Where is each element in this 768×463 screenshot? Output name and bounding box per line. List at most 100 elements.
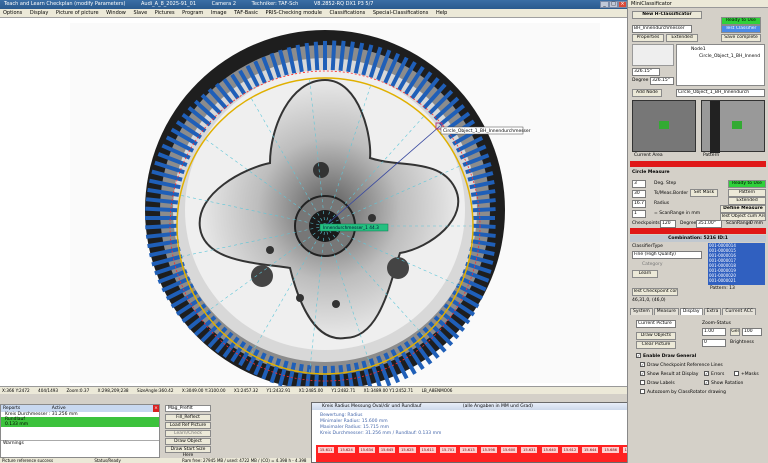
bottom-status-bar: Picture reference success Status/Ready R… <box>0 458 311 463</box>
checkbox-label: Show Result at Display <box>647 372 699 377</box>
menu-item[interactable]: Classifications <box>330 10 366 16</box>
menu-item[interactable]: Options <box>3 10 22 16</box>
deg-step-field[interactable]: 3 <box>632 180 646 188</box>
menu-item[interactable]: Help <box>436 10 447 16</box>
extended-button[interactable]: Extended <box>666 34 698 42</box>
checkbox-checked-icon: ✓ <box>704 380 709 385</box>
clear-picture-button[interactable]: Clear Picture <box>636 341 676 349</box>
tree-root[interactable]: Node1 <box>691 47 706 52</box>
extended2-button[interactable]: Extended <box>728 197 766 205</box>
checkbox-label: +Masks <box>741 372 759 377</box>
check-reference-lines[interactable]: ✓ Draw Checkpoint Reference Lines <box>640 362 723 368</box>
add-node-button[interactable]: Add Node <box>632 89 662 97</box>
checkbox-label: Autozoom by ClassRotator drawing <box>647 390 727 395</box>
test-object-button[interactable]: Test Object cum Area <box>720 213 766 221</box>
status-value: X1:3489.00 Y1:2452.71 <box>363 388 414 393</box>
menu-item[interactable]: Window <box>106 10 126 16</box>
ts-border-field[interactable]: 30 <box>632 190 646 198</box>
menu-item[interactable]: Pictures <box>155 10 175 16</box>
graph-bar-label: 15.625 <box>399 447 416 453</box>
close-icon[interactable]: × <box>153 405 159 412</box>
prefilter-dropdown[interactable]: Mag_Prefilt <box>165 405 211 412</box>
ready-badge: Ready to Use <box>721 17 761 25</box>
define-measure-button[interactable]: Define Measure <box>720 205 766 213</box>
menu-item[interactable]: TAF-Basic <box>234 10 258 16</box>
save-complete-button[interactable]: Save complete <box>721 34 761 42</box>
check-show-result[interactable]: ✓ Show Result at Display <box>640 371 698 377</box>
draw-object-button[interactable]: Draw Object <box>165 438 211 445</box>
measure-bar <box>471 231 496 238</box>
image-viewport[interactable]: Circle_Object_1_BH_Innendurchmesser Inne… <box>0 18 627 386</box>
pattern-list[interactable]: 001-0000014 001-0000015 001-0000016 001-… <box>708 243 765 285</box>
draw-start-size-button[interactable]: Draw Start Size Here <box>165 446 211 458</box>
tab-reports[interactable]: Reports <box>3 406 20 411</box>
tab-display[interactable]: Display <box>679 308 703 315</box>
properties-button[interactable]: Properties <box>632 34 664 42</box>
test-classifier-button[interactable]: Test Classifier <box>721 25 761 33</box>
check-draw-labels[interactable]: Draw Labels <box>640 380 675 386</box>
pattern-button[interactable]: Pattern <box>728 189 766 197</box>
zoom-field[interactable]: 1.00 <box>702 328 726 336</box>
menu-item[interactable]: Program <box>182 10 203 16</box>
checkbox-label: Show Rotation <box>711 381 744 386</box>
draw-objects-button[interactable]: Draw Objects <box>636 332 676 340</box>
graph-bar-label: 15.624 <box>338 447 355 453</box>
inspection-image[interactable]: Circle_Object_1_BH_Innendurchmesser Inne… <box>0 18 627 386</box>
coord-field-1[interactable]: 326.15° <box>632 68 660 76</box>
menu-item[interactable]: Slave <box>133 10 147 16</box>
graph-bar-label: 15.634 <box>358 447 375 453</box>
close-button[interactable]: × <box>618 1 627 8</box>
menu-item[interactable]: Picture of picture <box>56 10 99 16</box>
tab-measure[interactable]: Measure <box>653 308 679 315</box>
load-ref-picture-button[interactable]: Load Ref Picture <box>165 422 211 429</box>
menu-item[interactable]: PRIS-Checking module <box>266 10 322 16</box>
degree2-field[interactable]: 351.00° <box>696 220 722 228</box>
scan-range-field[interactable]: 1 <box>632 210 646 218</box>
node-tree[interactable]: Node1 Circle_Object_1_BH_Innend <box>676 44 765 86</box>
coord-field-2[interactable]: 326.15° <box>650 77 674 85</box>
gel-value-field[interactable]: 100 <box>742 328 762 336</box>
brightness-field[interactable]: 0 <box>702 339 726 347</box>
title-part: V8.2852-RQ DX1 P3 5/7 <box>313 1 374 7</box>
thumb2-label: Pattern <box>703 153 720 158</box>
graph-subtitle: (alle Angaben in MM und Grad) <box>462 404 533 409</box>
classifier-type-select[interactable]: Fine (High Quality) <box>632 251 702 259</box>
title-part: Techniker: TAF-Sch <box>251 1 299 7</box>
list-item[interactable]: 001-0000021 <box>709 278 765 283</box>
learn-button[interactable]: Learn <box>632 270 658 278</box>
current-picture-select[interactable]: Current Picture <box>636 320 676 328</box>
test-checkpoint-button[interactable]: Test Checkpoint complet <box>632 288 678 296</box>
current-area-thumbnail[interactable] <box>632 100 696 152</box>
menu-item[interactable]: Image <box>211 10 227 16</box>
check-errors[interactable]: ✓ Errors <box>704 371 724 377</box>
graph-bar-label: 15.611 <box>318 447 335 453</box>
classifier-name-field[interactable]: BH_Innendurchmesser <box>632 25 692 33</box>
radius-field[interactable]: 16.7 <box>632 200 646 208</box>
tab-system[interactable]: System <box>630 308 653 315</box>
learn-check-button[interactable]: Learn/Check <box>165 430 211 437</box>
enable-draw-checkbox[interactable]: ✓ Enable Draw General <box>636 353 696 359</box>
check-show-rotation[interactable]: ✓ Show Rotation <box>704 380 743 386</box>
menu-item[interactable]: Display <box>30 10 48 16</box>
new-classifier-button[interactable]: New H-Classificator <box>632 11 702 19</box>
set-mask-button[interactable]: Set Mask <box>690 189 718 197</box>
menu-item[interactable]: Special-Classifications <box>373 10 429 16</box>
fill-reflect-button[interactable]: Fill_Reflect <box>165 414 211 421</box>
gel-button[interactable]: Gel <box>730 328 740 336</box>
tab-active[interactable]: Active <box>52 406 66 411</box>
checkpoints-field[interactable]: 120 <box>660 220 676 228</box>
combination-header: Combination: 5216 ID:1 <box>630 235 766 242</box>
check-masks[interactable]: +Masks <box>734 371 759 377</box>
scan-range2-label: ScanRange <box>726 221 752 226</box>
check-autozoom[interactable]: Autozoom by ClassRotator drawing <box>640 389 726 395</box>
graph-bar-label: 15.612 <box>561 447 579 453</box>
pattern-thumbnail[interactable] <box>701 100 765 153</box>
tree-child[interactable]: Circle_Object_1_BH_Innend <box>699 54 760 59</box>
maximize-button[interactable]: □ <box>609 1 618 8</box>
graph-bar-label: 15.640 <box>541 447 558 453</box>
minimize-button[interactable]: _ <box>600 1 609 8</box>
tab-extra[interactable]: Extra <box>703 308 722 315</box>
tab-current-acc[interactable]: Current ACC <box>722 308 757 315</box>
node-path-field[interactable]: Circle_Object_1_BH_Innendurch <box>676 89 765 97</box>
graph-line: Kreis Durchmesser: 31.256 mm / Rundlauf:… <box>320 431 442 436</box>
